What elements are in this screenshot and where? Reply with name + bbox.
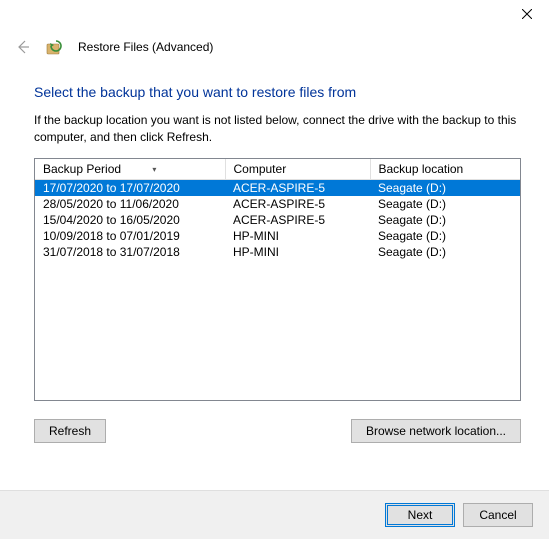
table-row[interactable]: 31/07/2018 to 31/07/2018HP-MINISeagate (… <box>35 244 520 260</box>
description-text: If the backup location you want is not l… <box>34 112 521 146</box>
cell-period: 31/07/2018 to 31/07/2018 <box>35 244 225 260</box>
back-button[interactable] <box>14 38 32 56</box>
backup-table: Backup Period ▾ Computer Backup location… <box>35 159 520 260</box>
footer-bar: Next Cancel <box>0 490 549 539</box>
window-title: Restore Files (Advanced) <box>78 40 213 54</box>
sort-descending-icon: ▾ <box>152 165 156 174</box>
cell-location: Seagate (D:) <box>370 179 520 196</box>
browse-network-button[interactable]: Browse network location... <box>351 419 521 443</box>
next-button[interactable]: Next <box>385 503 455 527</box>
cell-period: 28/05/2020 to 11/06/2020 <box>35 196 225 212</box>
cell-location: Seagate (D:) <box>370 244 520 260</box>
cell-computer: ACER-ASPIRE-5 <box>225 212 370 228</box>
cell-computer: ACER-ASPIRE-5 <box>225 196 370 212</box>
restore-files-icon <box>46 38 64 56</box>
content-area: Select the backup that you want to resto… <box>0 64 549 451</box>
column-header-location[interactable]: Backup location <box>370 159 520 180</box>
column-header-period-label: Backup Period <box>43 162 121 176</box>
table-row[interactable]: 17/07/2020 to 17/07/2020ACER-ASPIRE-5Sea… <box>35 179 520 196</box>
refresh-button[interactable]: Refresh <box>34 419 106 443</box>
cell-period: 17/07/2020 to 17/07/2020 <box>35 179 225 196</box>
table-row[interactable]: 15/04/2020 to 16/05/2020ACER-ASPIRE-5Sea… <box>35 212 520 228</box>
close-icon <box>522 9 532 19</box>
cell-location: Seagate (D:) <box>370 212 520 228</box>
cell-computer: HP-MINI <box>225 228 370 244</box>
titlebar <box>0 0 549 32</box>
column-header-computer-label: Computer <box>234 162 287 176</box>
cell-location: Seagate (D:) <box>370 196 520 212</box>
column-header-computer[interactable]: Computer <box>225 159 370 180</box>
action-row: Refresh Browse network location... <box>34 419 521 443</box>
cell-period: 10/09/2018 to 07/01/2019 <box>35 228 225 244</box>
cell-computer: ACER-ASPIRE-5 <box>225 179 370 196</box>
cell-location: Seagate (D:) <box>370 228 520 244</box>
column-header-period[interactable]: Backup Period ▾ <box>35 159 225 180</box>
cell-computer: HP-MINI <box>225 244 370 260</box>
cancel-button[interactable]: Cancel <box>463 503 533 527</box>
cell-period: 15/04/2020 to 16/05/2020 <box>35 212 225 228</box>
backup-list[interactable]: Backup Period ▾ Computer Backup location… <box>34 158 521 401</box>
table-row[interactable]: 28/05/2020 to 11/06/2020ACER-ASPIRE-5Sea… <box>35 196 520 212</box>
header-bar: Restore Files (Advanced) <box>0 32 549 64</box>
close-button[interactable] <box>504 0 549 28</box>
column-header-location-label: Backup location <box>379 162 464 176</box>
table-row[interactable]: 10/09/2018 to 07/01/2019HP-MINISeagate (… <box>35 228 520 244</box>
back-arrow-icon <box>15 39 31 55</box>
page-heading: Select the backup that you want to resto… <box>34 84 521 100</box>
